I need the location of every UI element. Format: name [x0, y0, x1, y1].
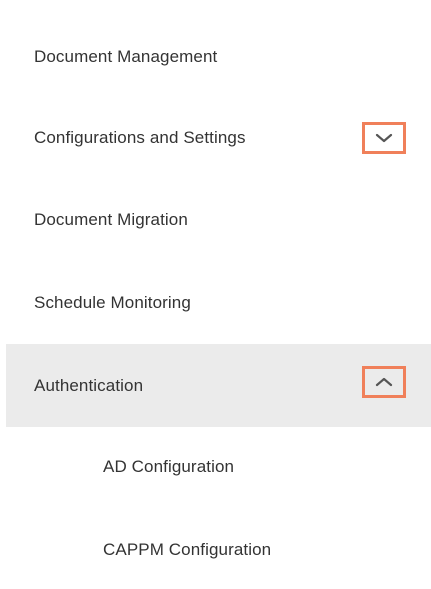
chevron-down-icon: [375, 133, 393, 143]
settings-nav-menu: Document Management Configurations and S…: [0, 0, 431, 589]
menu-item-schedule-monitoring[interactable]: Schedule Monitoring: [6, 273, 431, 333]
menu-item-label: Authentication: [34, 375, 144, 395]
submenu-item-cappm-configuration[interactable]: CAPPM Configuration: [6, 520, 431, 580]
expand-configurations-button[interactable]: [362, 122, 406, 154]
menu-item-label: Document Management: [34, 47, 218, 66]
submenu-item-ad-configuration[interactable]: AD Configuration: [6, 437, 431, 497]
menu-item-configurations-and-settings[interactable]: Configurations and Settings: [6, 108, 431, 168]
submenu-item-label: CAPPM Configuration: [103, 540, 272, 559]
menu-item-label: Configurations and Settings: [34, 128, 246, 147]
menu-item-label: Schedule Monitoring: [34, 293, 191, 312]
menu-item-authentication[interactable]: Authentication: [6, 344, 431, 427]
submenu-item-label: AD Configuration: [103, 457, 235, 476]
menu-item-label: Document Migration: [34, 210, 188, 229]
chevron-up-icon: [375, 377, 393, 387]
collapse-authentication-button[interactable]: [362, 366, 406, 398]
menu-item-document-migration[interactable]: Document Migration: [6, 190, 431, 250]
menu-item-document-management[interactable]: Document Management: [6, 27, 431, 87]
